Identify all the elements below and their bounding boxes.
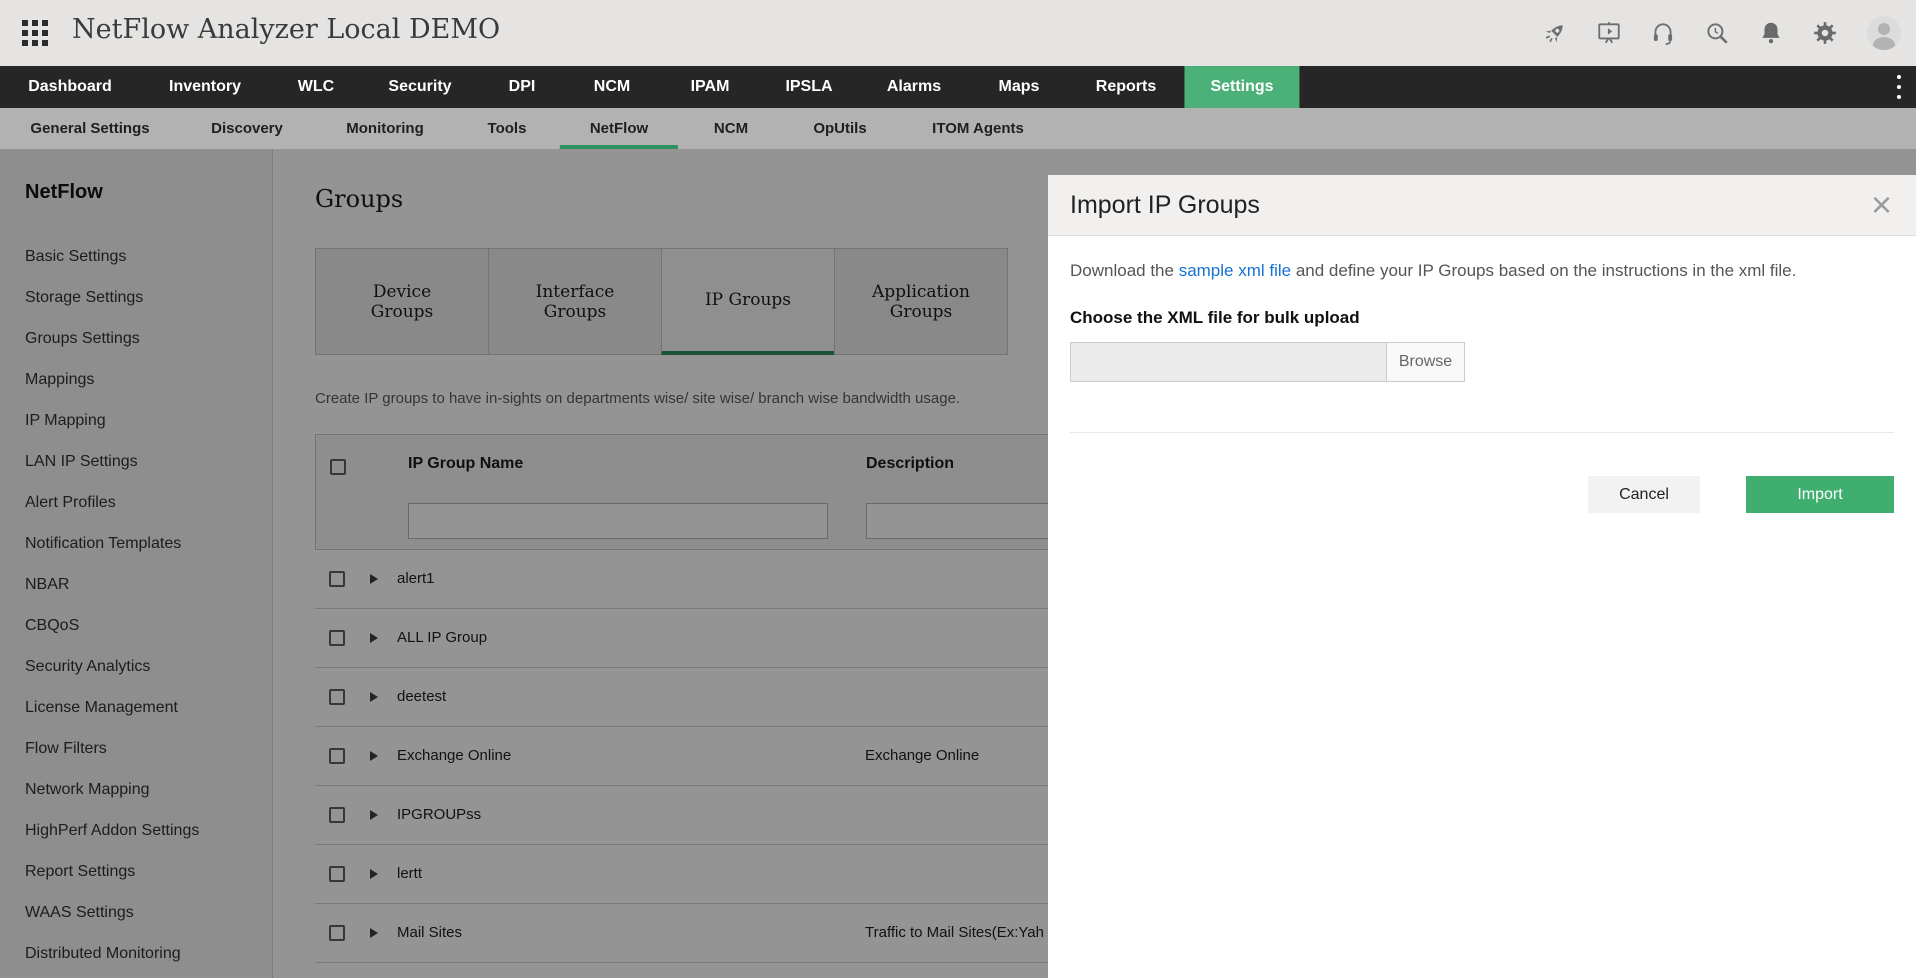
modal-header: Import IP Groups × [1048,175,1916,236]
subnav-item-ncm[interactable]: NCM [684,108,778,149]
upload-label: Choose the XML file for bulk upload [1070,308,1894,328]
nav-item-alarms[interactable]: Alarms [875,66,953,108]
nav-item-dashboard[interactable]: Dashboard [16,66,124,108]
browse-button[interactable]: Browse [1386,342,1465,382]
bell-icon[interactable] [1758,20,1784,46]
file-path-field[interactable] [1070,342,1387,382]
topbar-icons [1542,0,1902,66]
import-button[interactable]: Import [1746,476,1894,513]
app-title: NetFlow Analyzer Local DEMO [72,14,500,45]
presentation-icon[interactable] [1596,20,1622,46]
modal-divider [1070,432,1894,433]
nav-item-wlc[interactable]: WLC [286,66,346,108]
nav-item-security[interactable]: Security [376,66,463,108]
subnav-item-itom-agents[interactable]: ITOM Agents [902,108,1054,149]
subnav-item-general-settings[interactable]: General Settings [0,108,179,149]
close-icon[interactable]: × [1871,181,1892,229]
subnav-item-oputils[interactable]: OpUtils [783,108,896,149]
sample-xml-file-link[interactable]: sample xml file [1179,261,1291,280]
nav-item-reports[interactable]: Reports [1084,66,1168,108]
intro-suffix: and define your IP Groups based on the i… [1291,261,1796,280]
subnav-item-discovery[interactable]: Discovery [181,108,313,149]
nav-overflow-menu-icon[interactable] [1892,75,1906,99]
nav-item-ncm[interactable]: NCM [582,66,642,108]
headset-icon[interactable] [1650,20,1676,46]
nav-item-settings[interactable]: Settings [1184,66,1299,108]
nav-item-inventory[interactable]: Inventory [157,66,253,108]
user-avatar[interactable] [1866,15,1902,51]
subnav-item-netflow[interactable]: NetFlow [560,108,678,149]
search-icon[interactable] [1704,20,1730,46]
import-ip-groups-modal: Import IP Groups × Download the sample x… [1048,175,1916,978]
file-upload-row: Browse [1070,342,1894,382]
modal-intro-text: Download the sample xml file and define … [1070,261,1894,281]
gear-icon[interactable] [1812,20,1838,46]
intro-prefix: Download the [1070,261,1179,280]
rocket-icon[interactable] [1542,20,1568,46]
topbar: NetFlow Analyzer Local DEMO [0,0,1916,66]
modal-actions: Cancel Import [1048,476,1916,514]
settings-subnav: General Settings Discovery Monitoring To… [0,108,1916,149]
nav-item-maps[interactable]: Maps [987,66,1052,108]
cancel-button[interactable]: Cancel [1588,476,1700,513]
nav-item-dpi[interactable]: DPI [497,66,548,108]
modal-title: Import IP Groups [1070,175,1260,235]
subnav-item-monitoring[interactable]: Monitoring [316,108,453,149]
nav-item-ipam[interactable]: IPAM [679,66,742,108]
nav-item-ipsla[interactable]: IPSLA [773,66,844,108]
main-nav: Dashboard Inventory WLC Security DPI NCM… [0,66,1916,108]
subnav-item-tools[interactable]: Tools [458,108,557,149]
app-launcher-grid-icon[interactable] [22,20,48,46]
